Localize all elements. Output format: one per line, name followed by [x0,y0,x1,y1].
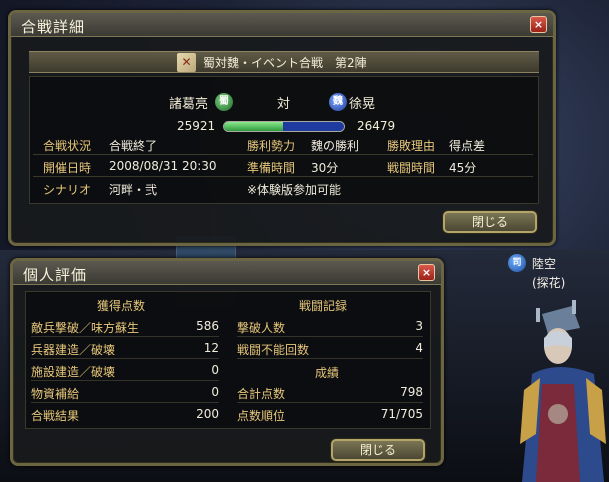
stat-value: 3 [415,319,423,333]
stat-row: 兵器建造／破壊 12 [31,339,219,359]
date-label: 開催日時 [43,161,92,175]
character-nameplate[interactable]: 司 陸空 (探花) [508,254,600,291]
prep-time-value: 30分 [311,161,339,175]
stat-row: 敵兵撃破／味方蘇生 586 [31,317,219,337]
stat-label: 兵器建造／破壊 [31,343,116,357]
stat-label: 物資補給 [31,387,80,401]
personal-window-titlebar[interactable]: 個人評価 × [13,261,441,285]
stat-label: 施設建造／破壊 [31,365,116,379]
stat-value: 200 [196,407,219,421]
battle-window-titlebar[interactable]: 合戦詳細 × [11,13,553,37]
character-tag: (探花) [532,276,566,290]
score-comparison-bar [223,121,345,132]
crossed-swords-icon: ✕ [177,53,196,72]
battle-window-close-icon[interactable]: × [530,16,547,33]
character-faction-icon: 司 [508,254,526,272]
left-commander-name: 諸葛亮 [169,97,209,112]
stat-label: 合戦結果 [31,409,80,423]
stat-value: 0 [211,385,219,399]
stat-label: 点数順位 [237,409,286,423]
battle-window-title: 合戦詳細 [21,18,86,36]
scenario-label: シナリオ [43,183,92,197]
stat-value: 4 [415,341,423,355]
status-value: 合戦終了 [109,139,158,153]
stat-label: 合計点数 [237,387,286,401]
right-commander-name: 徐晃 [349,97,376,112]
results-header: 成績 [315,366,340,380]
stat-row: 合計点数 798 [237,383,423,403]
versus-label: 対 [277,97,291,112]
battle-name-bar: ✕ 蜀対魏・イベント合戦 第2陣 [29,51,539,73]
status-label: 合戦状況 [43,139,92,153]
stat-row: 合戦結果 200 [31,405,219,425]
player-character[interactable] [514,294,609,482]
stat-value: 12 [203,341,219,355]
battle-name: 蜀対魏・イベント合戦 第2陣 [203,56,367,70]
stat-value: 798 [400,385,423,399]
battle-time-label: 戦闘時間 [387,161,436,175]
personal-window-close-icon[interactable]: × [418,264,435,281]
reason-label: 勝敗理由 [387,139,436,153]
trial-note: ※体験版参加可能 [247,183,342,197]
info-row-status: 合戦状況 合戦終了 勝利勢力 魏の勝利 勝敗理由 得点差 [33,135,533,155]
winner-label: 勝利勢力 [247,139,296,153]
personal-window-title: 個人評価 [23,266,88,284]
score-bar-left-fill [224,122,284,131]
stat-row: 点数順位 71/705 [237,405,423,425]
reason-value: 得点差 [449,139,486,153]
wei-faction-icon: 魏 [329,93,347,111]
personal-evaluation-window: 個人評価 × 獲得点数 戦闘記録 敵兵撃破／味方蘇生 586 兵器建造／破壊 1… [10,258,444,466]
info-row-scenario: シナリオ 河畔・弐 ※体験版参加可能 [33,179,533,199]
battle-close-button[interactable]: 閉じる [443,211,537,233]
stat-label: 敵兵撃破／味方蘇生 [31,321,140,335]
shu-faction-icon: 蜀 [215,93,233,111]
right-score: 26479 [357,119,396,133]
battle-details-window: 合戦詳細 × ✕ 蜀対魏・イベント合戦 第2陣 諸葛亮 蜀 対 魏 徐晃 259… [8,10,556,246]
stat-row: 物資補給 0 [31,383,219,403]
prep-time-label: 準備時間 [247,161,296,175]
winner-value: 魏の勝利 [311,139,360,153]
scenario-value: 河畔・弐 [109,183,158,197]
stat-label: 戦闘不能回数 [237,343,310,357]
earned-points-header: 獲得点数 [97,299,146,313]
character-name: 陸空 [532,256,557,271]
stat-label: 撃破人数 [237,321,286,335]
stat-row: 撃破人数 3 [237,317,423,337]
battle-time-value: 45分 [449,161,477,175]
stat-value: 71/705 [380,407,423,421]
stat-value: 586 [196,319,219,333]
info-row-date: 開催日時 2008/08/31 20:30 準備時間 30分 戦闘時間 45分 [33,157,533,177]
stat-value: 0 [211,363,219,377]
left-score: 25921 [177,119,216,133]
date-value: 2008/08/31 20:30 [109,159,217,173]
personal-close-button[interactable]: 閉じる [331,439,425,461]
battle-record-header: 戦闘記録 [299,299,348,313]
stat-row: 施設建造／破壊 0 [31,361,219,381]
stat-row: 戦闘不能回数 4 [237,339,423,359]
